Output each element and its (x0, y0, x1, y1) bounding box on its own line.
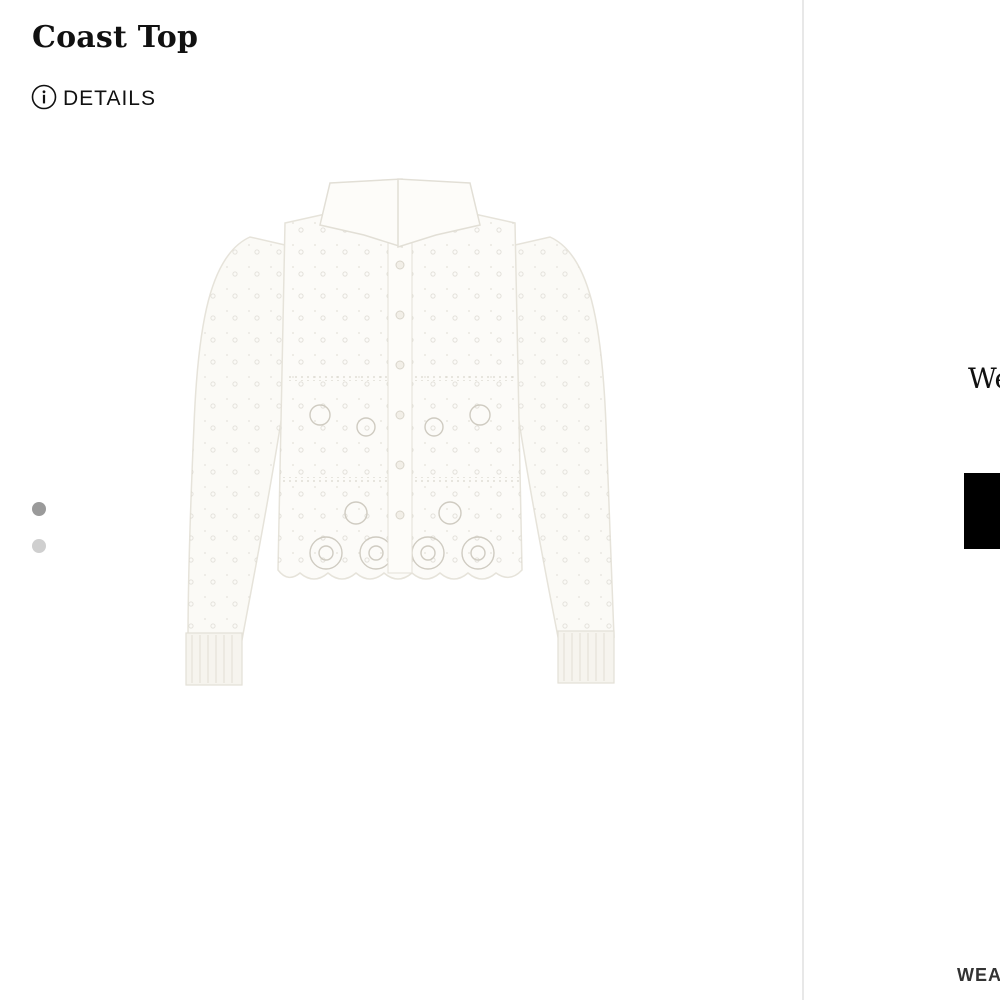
product-image (185, 178, 615, 686)
side-panel-button[interactable] (964, 473, 1000, 549)
info-circle-icon (31, 84, 57, 114)
carousel-dot-2[interactable] (32, 539, 46, 553)
product-title: Coast Top (32, 20, 199, 55)
carousel-dot-1[interactable] (32, 502, 46, 516)
product-image-pane: Coast Top DETAILS (0, 0, 802, 1000)
carousel-dots (32, 502, 46, 576)
details-link[interactable]: DETAILS (31, 84, 156, 114)
footer-label[interactable]: WEA (957, 965, 1000, 986)
right-panel: We WEA (804, 0, 1000, 1000)
side-panel-text: We (968, 362, 1000, 395)
details-label: DETAILS (63, 87, 156, 110)
